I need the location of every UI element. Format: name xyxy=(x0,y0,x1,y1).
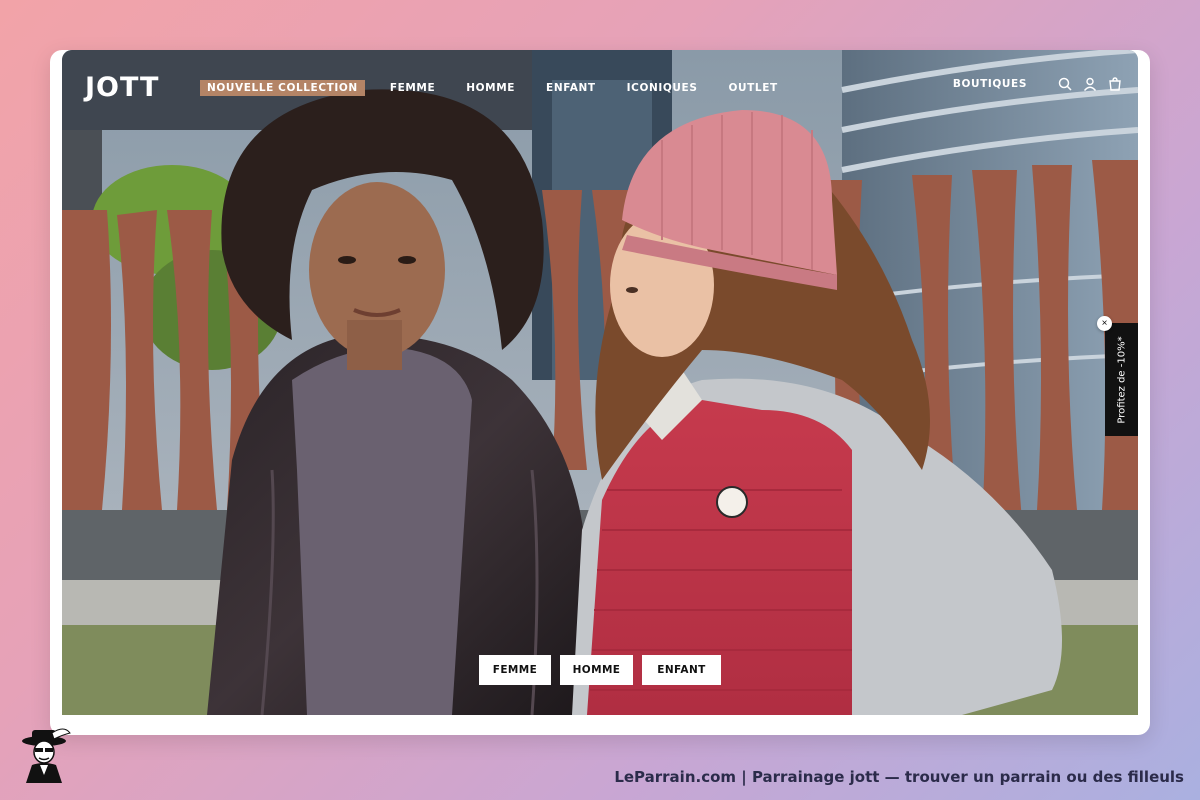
hero-image xyxy=(62,50,1138,715)
nav-item-homme[interactable]: HOMME xyxy=(466,82,515,94)
header-actions: BOUTIQUES xyxy=(953,77,1122,91)
nav-item-enfant[interactable]: ENFANT xyxy=(546,82,596,94)
page-card: JOTT NOUVELLE COLLECTION FEMME HOMME ENF… xyxy=(50,50,1150,735)
top-navigation: JOTT NOUVELLE COLLECTION FEMME HOMME ENF… xyxy=(62,50,1138,122)
femme-button[interactable]: FEMME xyxy=(479,655,551,685)
search-icon[interactable] xyxy=(1058,77,1072,91)
homme-button[interactable]: HOMME xyxy=(560,655,633,685)
nav-item-nouvelle-collection[interactable]: NOUVELLE COLLECTION xyxy=(200,80,365,96)
promo-tab[interactable]: Profitez de -10%* xyxy=(1105,323,1138,436)
mascot-logo xyxy=(22,728,71,783)
enfant-button[interactable]: ENFANT xyxy=(642,655,721,685)
promo-close-icon[interactable]: × xyxy=(1097,316,1112,331)
promo-text: Profitez de -10%* xyxy=(1116,335,1127,424)
main-menu: NOUVELLE COLLECTION FEMME HOMME ENFANT I… xyxy=(200,80,809,96)
account-icon[interactable] xyxy=(1083,77,1097,91)
brand-logo[interactable]: JOTT xyxy=(85,72,159,103)
nav-item-outlet[interactable]: OUTLET xyxy=(728,82,777,94)
hero-banner: JOTT NOUVELLE COLLECTION FEMME HOMME ENF… xyxy=(62,50,1138,715)
footer-caption: LeParrain.com | Parrainage jott — trouve… xyxy=(614,768,1184,786)
nav-item-femme[interactable]: FEMME xyxy=(390,82,435,94)
hero-cta-group: FEMME HOMME ENFANT xyxy=(479,655,730,685)
cart-icon[interactable] xyxy=(1108,77,1122,91)
nav-item-iconiques[interactable]: ICONIQUES xyxy=(627,82,698,94)
stores-link[interactable]: BOUTIQUES xyxy=(953,78,1027,90)
